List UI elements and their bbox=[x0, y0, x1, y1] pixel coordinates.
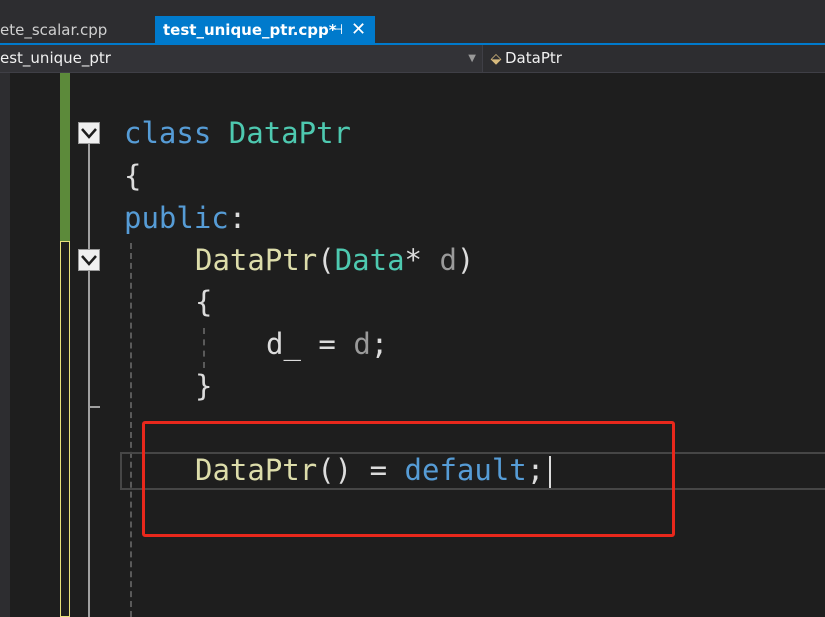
tab-delete-scalar[interactable]: ete_scalar.cpp bbox=[0, 16, 107, 44]
indicator-margin bbox=[0, 73, 10, 617]
member-assign: d_ = bbox=[266, 327, 354, 361]
access-specifier: public bbox=[124, 201, 229, 235]
close-icon[interactable]: ✕ bbox=[351, 16, 366, 44]
scope-label: est_unique_ptr bbox=[0, 49, 111, 67]
annotation-highlight-box bbox=[142, 421, 675, 537]
brace: } bbox=[195, 369, 213, 403]
outline-end-tick bbox=[88, 406, 100, 408]
code-line-7: } bbox=[195, 366, 212, 406]
change-bar-saved bbox=[60, 73, 70, 241]
class-member-icon: ⬙ bbox=[490, 51, 502, 67]
constructor-name: DataPtr bbox=[195, 243, 318, 277]
param-name: d bbox=[439, 243, 457, 277]
code-line-4: DataPtr(Data* d) bbox=[195, 240, 474, 280]
class-name: DataPtr bbox=[228, 116, 351, 150]
keyword: class bbox=[124, 116, 212, 150]
tab-label: ete_scalar.cpp bbox=[0, 21, 108, 39]
member-dropdown[interactable]: ⬙ DataPtr bbox=[487, 45, 562, 72]
indent-guide bbox=[203, 328, 205, 368]
member-label: DataPtr bbox=[505, 49, 562, 67]
code-line-1: class DataPtr bbox=[124, 113, 351, 153]
code-line-2: { bbox=[124, 156, 141, 196]
change-bar-unsaved bbox=[60, 241, 70, 617]
outline-line bbox=[88, 143, 90, 617]
brace: { bbox=[195, 285, 213, 319]
code-line-5: { bbox=[195, 282, 212, 322]
colon: : bbox=[228, 201, 247, 235]
pin-icon[interactable]: ⊣ bbox=[331, 16, 343, 44]
tab-label: test_unique_ptr.cpp* bbox=[163, 21, 337, 39]
tab-test-unique-ptr[interactable]: test_unique_ptr.cpp* ⊣ ✕ bbox=[155, 16, 375, 44]
param-type: Data bbox=[334, 243, 405, 277]
collapse-constructor-toggle[interactable] bbox=[78, 249, 100, 271]
chevron-down-icon: ▼ bbox=[468, 53, 476, 64]
code-line-3: public: bbox=[124, 198, 246, 238]
brace: { bbox=[124, 159, 142, 193]
tab-bar: ete_scalar.cpp test_unique_ptr.cpp* ⊣ ✕ bbox=[0, 0, 825, 44]
param-name: d bbox=[353, 327, 371, 361]
collapse-class-toggle[interactable] bbox=[78, 122, 100, 144]
scope-dropdown[interactable]: est_unique_ptr ▼ bbox=[0, 45, 483, 72]
code-line-6: d_ = d; bbox=[266, 324, 388, 364]
navigation-bar: est_unique_ptr ▼ ⬙ DataPtr bbox=[0, 45, 825, 73]
code-editor[interactable]: class DataPtr { public: DataPtr(Data* d)… bbox=[0, 73, 825, 617]
indent-guide bbox=[130, 243, 132, 617]
paren: ) bbox=[456, 243, 475, 277]
paren: ( bbox=[317, 243, 335, 277]
semicolon: ; bbox=[370, 327, 389, 361]
pointer-star: * bbox=[404, 243, 440, 277]
